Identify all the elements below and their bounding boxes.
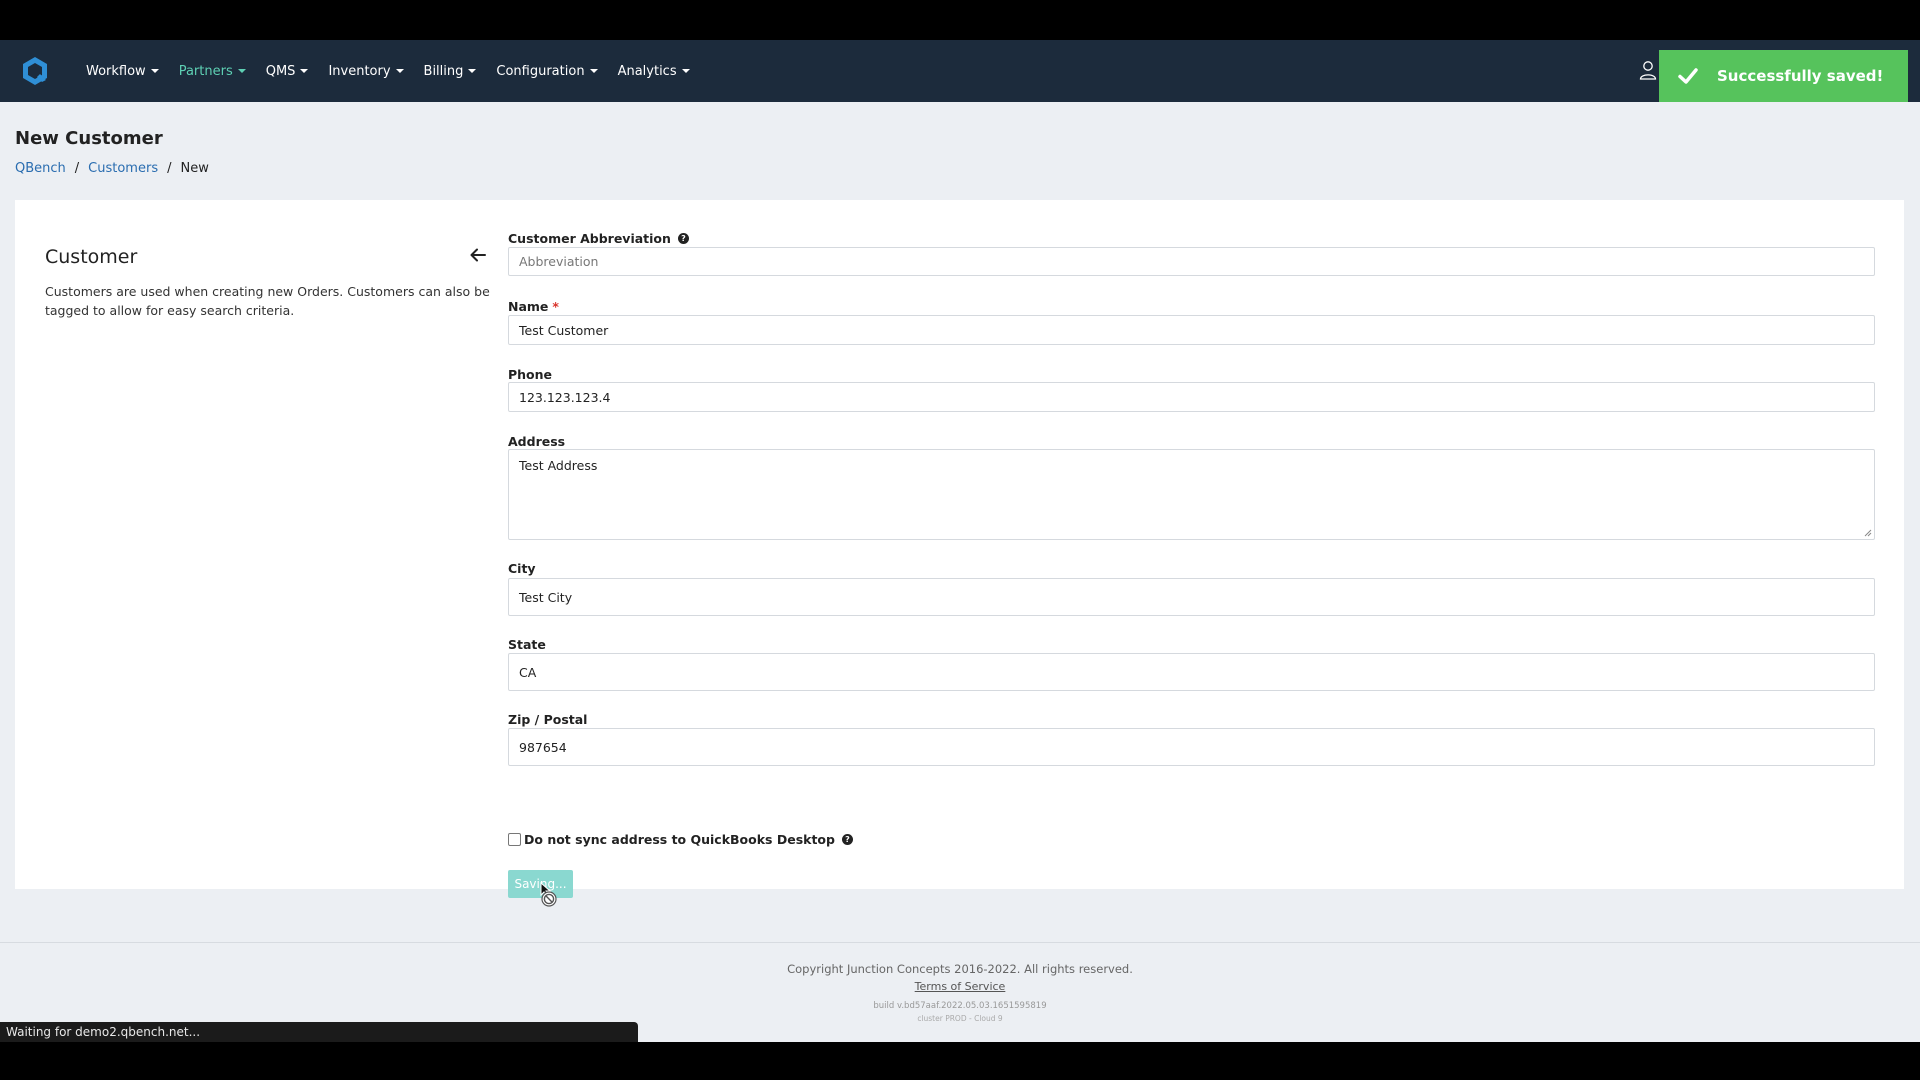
label-text: Name [508, 299, 549, 314]
page-title: New Customer [15, 128, 163, 149]
nav-configuration[interactable]: Configuration [496, 63, 598, 79]
section-title: Customer [45, 246, 138, 268]
label-text: Phone [508, 367, 553, 382]
question-circle-icon[interactable]: ? [677, 233, 689, 244]
caret-down-icon [589, 69, 598, 73]
no-sync-checkbox[interactable] [508, 833, 521, 846]
abbreviation-input[interactable]: Abbreviation [508, 247, 1875, 276]
name-value: Test Customer [519, 322, 609, 338]
toast-message: Successfully saved! [1717, 67, 1884, 85]
caret-down-icon [468, 69, 477, 73]
label-text: Customer Abbreviation [508, 231, 671, 246]
no-sync-label[interactable]: Do not sync address to QuickBooks Deskto… [524, 832, 853, 847]
label-text: Zip / Postal [508, 712, 588, 727]
breadcrumb-separator: / [167, 161, 172, 176]
question-circle-icon[interactable]: ? [841, 834, 853, 845]
address-textarea[interactable]: Test Address [508, 449, 1875, 540]
abbreviation-placeholder: Abbreviation [519, 254, 599, 269]
footer-build: build v.bd57aaf.2022.05.03.1651595819 [873, 1001, 1047, 1011]
caret-down-icon [237, 69, 246, 73]
terms-of-service-link[interactable]: Terms of Service [0, 980, 1920, 993]
nav-label: Workflow [86, 63, 146, 79]
caret-down-icon [150, 69, 159, 73]
phone-input[interactable]: 123.123.123.4 [508, 382, 1875, 412]
caret-down-icon [395, 69, 404, 73]
state-input[interactable]: CA [508, 653, 1875, 691]
browser-viewport: Workflow Partners QMS Inventory Billing … [0, 40, 1920, 1042]
caret-down-icon [681, 69, 690, 73]
footer-copyright: Copyright Junction Concepts 2016-2022. A… [787, 962, 1133, 976]
nav-label: QMS [265, 63, 296, 79]
resize-handle-icon[interactable] [1864, 529, 1872, 537]
nav-label: Configuration [496, 63, 585, 79]
phone-label: Phone [508, 367, 552, 382]
browser-status-bar: Waiting for demo2.qbench.net... [0, 1022, 638, 1042]
label-text: State [508, 637, 546, 652]
city-input[interactable]: Test City [508, 578, 1875, 616]
arrow-left-icon[interactable] [469, 246, 487, 264]
main-nav: Workflow Partners QMS Inventory Billing … [86, 40, 710, 102]
breadcrumb-current: New [180, 161, 209, 176]
breadcrumb-qbench[interactable]: QBench [15, 161, 66, 176]
city-value: Test City [519, 589, 573, 605]
not-allowed-cursor-icon [540, 882, 557, 907]
state-value: CA [519, 664, 537, 680]
user-icon[interactable] [1639, 60, 1657, 80]
zip-label: Zip / Postal [508, 712, 587, 727]
phone-value: 123.123.123.4 [519, 389, 611, 405]
city-label: City [508, 561, 536, 576]
address-label: Address [508, 434, 565, 449]
nav-qms[interactable]: QMS [266, 64, 309, 79]
nav-label: Inventory [328, 63, 391, 79]
name-label: Name * [508, 299, 559, 314]
footer-divider [0, 942, 1920, 943]
nav-workflow[interactable]: Workflow [86, 64, 159, 79]
address-value: Test Address [519, 458, 598, 473]
state-label: State [508, 637, 546, 652]
label-text: Address [508, 434, 566, 449]
nav-label: Analytics [617, 63, 677, 79]
label-text: Do not sync address to QuickBooks Deskto… [524, 832, 835, 847]
nav-partners[interactable]: Partners [179, 64, 246, 79]
breadcrumb: QBench / Customers / New [15, 161, 209, 176]
zip-value: 987654 [519, 739, 567, 755]
customer-form-card: Customer Customers are used when creatin… [15, 200, 1904, 907]
success-toast[interactable]: Successfully saved! [1659, 50, 1908, 102]
top-navbar: Workflow Partners QMS Inventory Billing … [0, 40, 1920, 102]
nav-label: Billing [423, 63, 464, 79]
breadcrumb-customers[interactable]: Customers [88, 161, 158, 176]
qbench-logo-icon[interactable] [20, 56, 50, 86]
nav-analytics[interactable]: Analytics [618, 64, 690, 79]
section-description: Customers are used when creating new Ord… [45, 284, 490, 318]
nav-inventory[interactable]: Inventory [328, 63, 404, 79]
name-input[interactable]: Test Customer [508, 315, 1875, 345]
required-mark: * [552, 299, 559, 314]
label-text: City [508, 561, 536, 576]
nav-billing[interactable]: Billing [424, 64, 477, 79]
abbreviation-label: Customer Abbreviation ? [508, 231, 689, 246]
nav-label: Partners [178, 63, 233, 79]
caret-down-icon [300, 69, 309, 73]
zip-input[interactable]: 987654 [508, 728, 1875, 766]
check-icon [1678, 68, 1698, 84]
breadcrumb-separator: / [74, 161, 80, 176]
